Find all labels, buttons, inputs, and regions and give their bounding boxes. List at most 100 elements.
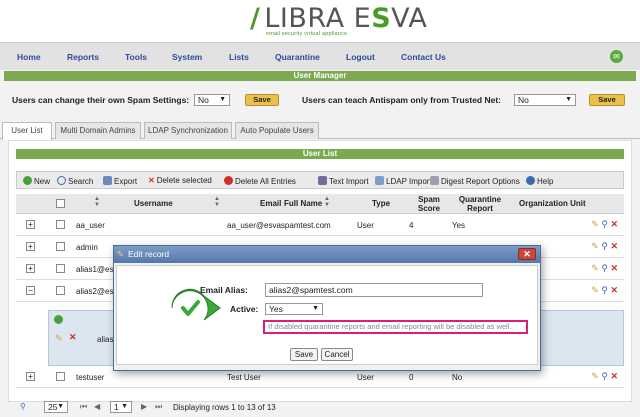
pencil-icon: ✎ <box>117 249 125 259</box>
column-type[interactable]: Type <box>372 199 390 208</box>
help-icon <box>526 176 535 185</box>
prev-page-icon[interactable]: ◀ <box>94 402 100 411</box>
edit-icon[interactable]: ✎ <box>591 219 599 229</box>
delete-icon[interactable]: ✕ <box>610 285 618 295</box>
delete-icon[interactable]: ✕ <box>610 263 618 273</box>
libraesva-logo: / LIBRA ESVA <box>250 3 428 34</box>
spam-settings-select[interactable]: No ▼ <box>194 94 230 106</box>
close-button[interactable]: ✕ <box>518 248 536 260</box>
pager-status: Displaying rows 1 to 13 of 13 <box>173 403 276 412</box>
row-checkbox[interactable] <box>56 264 65 273</box>
cell-email: aa_user@esvaspamtest.com <box>227 221 331 230</box>
users-icon <box>318 176 327 185</box>
nav-quarantine[interactable]: Quarantine <box>275 52 320 62</box>
collapse-icon[interactable]: − <box>26 286 35 295</box>
column-full-name[interactable]: Full Name <box>284 199 322 208</box>
active-select[interactable]: Yes ▼ <box>265 303 323 315</box>
expand-icon[interactable]: + <box>26 264 35 273</box>
cell-username: aa_user <box>76 221 105 230</box>
new-button[interactable]: New <box>23 176 50 186</box>
edit-icon[interactable]: ✎ <box>591 371 599 381</box>
nav-home[interactable]: Home <box>17 52 41 62</box>
column-username[interactable]: Username <box>134 199 173 208</box>
tab-multi-domain-admins[interactable]: Multi Domain Admins <box>55 122 141 139</box>
spam-settings-save-button[interactable]: Save <box>245 94 279 106</box>
delete-icon[interactable]: ✕ <box>69 332 77 343</box>
sort-icon: ▲ ▼ <box>324 196 330 208</box>
tab-user-list[interactable]: User List <box>2 122 52 140</box>
page-number-select[interactable]: 1 ▼ <box>110 401 132 413</box>
edit-icon[interactable]: ✎ <box>591 285 599 295</box>
report-icon <box>430 176 439 185</box>
expand-icon[interactable]: + <box>26 220 35 229</box>
ldap-import-button[interactable]: LDAP Import <box>375 176 432 186</box>
dialog-cancel-button[interactable]: Cancel <box>321 348 353 361</box>
add-icon[interactable] <box>54 315 63 324</box>
column-organization-unit[interactable]: Organization Unit <box>519 199 586 208</box>
search-icon <box>57 176 66 185</box>
edit-icon[interactable]: ✎ <box>55 333 63 344</box>
search-icon[interactable]: ⚲ <box>601 371 608 381</box>
checkmark-icon <box>171 288 221 321</box>
mail-icon[interactable]: ✉ <box>610 50 623 63</box>
column-quarantine-report[interactable]: Quarantine Report <box>456 195 504 213</box>
text-import-button[interactable]: Text Import <box>318 176 369 186</box>
select-all-checkbox[interactable] <box>56 199 65 208</box>
column-spam-score[interactable]: Spam Score <box>416 195 442 213</box>
user-manager-settings: Users can change their own Spam Settings… <box>0 91 640 111</box>
row-checkbox[interactable] <box>56 242 65 251</box>
search-icon[interactable]: ⚲ <box>601 285 608 295</box>
delete-all-button[interactable]: Delete All Entries <box>224 176 296 186</box>
expand-icon[interactable]: + <box>26 242 35 251</box>
main-nav: Home Reports Tools System Lists Quaranti… <box>0 42 640 70</box>
nav-tools[interactable]: Tools <box>125 52 147 62</box>
delete-icon[interactable]: ✕ <box>610 219 618 229</box>
row-checkbox[interactable] <box>56 220 65 229</box>
chevron-down-icon: ▼ <box>57 403 64 410</box>
search-icon[interactable]: ⚲ <box>601 241 608 251</box>
next-page-icon[interactable]: ▶ <box>141 402 147 411</box>
search-icon[interactable]: ⚲ <box>601 263 608 273</box>
user-list-toolbar: New Search Export ✕ Delete selected Delet… <box>16 171 624 189</box>
nav-system[interactable]: System <box>172 52 202 62</box>
search-icon[interactable]: ⚲ <box>20 402 26 411</box>
nav-logout[interactable]: Logout <box>346 52 375 62</box>
delete-selected-button[interactable]: ✕ Delete selected <box>148 176 212 185</box>
cell-quarantine-report: Yes <box>452 221 466 230</box>
dialog-titlebar[interactable]: ✎ Edit record ✕ <box>114 246 540 263</box>
nav-reports[interactable]: Reports <box>67 52 99 62</box>
row-checkbox[interactable] <box>56 372 65 381</box>
last-page-icon[interactable]: ⏭ <box>155 402 162 412</box>
edit-icon[interactable]: ✎ <box>591 241 599 251</box>
search-icon[interactable]: ⚲ <box>601 219 608 229</box>
export-icon <box>103 176 112 185</box>
email-alias-input[interactable]: alias2@spamtest.com <box>265 283 483 297</box>
first-page-icon[interactable]: ⏮ <box>80 402 87 412</box>
search-button[interactable]: Search <box>57 176 93 186</box>
teach-antispam-save-button[interactable]: Save <box>589 94 625 106</box>
tab-auto-populate-users[interactable]: Auto Populate Users <box>235 122 319 139</box>
dialog-save-button[interactable]: Save <box>290 348 318 361</box>
delete-icon: ✕ <box>148 176 155 185</box>
pager: ⚲ 25 ▼ ⏮ ◀ 1 ▼ ▶ ⏭ Displaying rows 1 to 13… <box>16 400 624 416</box>
row-checkbox[interactable] <box>56 286 65 295</box>
teach-antispam-select[interactable]: No ▼ <box>514 94 576 106</box>
cell-username: admin <box>76 243 98 252</box>
nav-lists[interactable]: Lists <box>229 52 249 62</box>
row-actions: ✎ ⚲ ✕ <box>591 263 618 274</box>
ldap-icon <box>375 176 384 185</box>
digest-report-options-button[interactable]: Digest Report Options <box>430 176 520 186</box>
column-email[interactable]: Email <box>260 199 281 208</box>
help-button[interactable]: Help <box>526 176 553 186</box>
edit-icon[interactable]: ✎ <box>591 263 599 273</box>
delete-icon[interactable]: ✕ <box>610 371 618 381</box>
nav-contact-us[interactable]: Contact Us <box>401 52 446 62</box>
teach-antispam-label: Users can teach Antispam only from Trust… <box>302 95 502 105</box>
tab-ldap-synchronization[interactable]: LDAP Synchronization <box>144 122 232 139</box>
expand-icon[interactable]: + <box>26 372 35 381</box>
delete-icon[interactable]: ✕ <box>610 241 618 251</box>
table-row[interactable]: + aa_user aa_user@esvaspamtest.com User … <box>16 214 624 236</box>
export-button[interactable]: Export <box>103 176 137 186</box>
page-size-select[interactable]: 25 ▼ <box>44 401 68 413</box>
chevron-down-icon: ▼ <box>565 96 572 103</box>
